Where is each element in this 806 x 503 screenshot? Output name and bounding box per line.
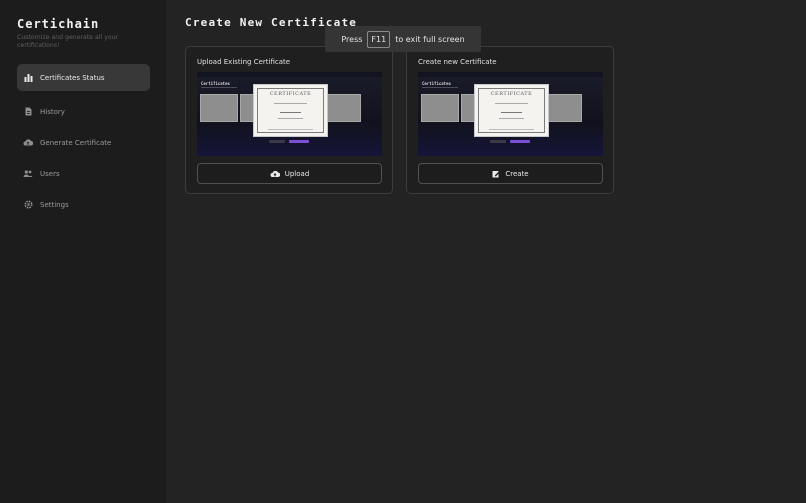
create-button-label: Create: [505, 169, 529, 178]
gear-icon: [23, 200, 33, 210]
upload-button-label: Upload: [284, 169, 310, 178]
create-card: Create new Certificate Certificates CERT…: [406, 46, 614, 194]
create-button[interactable]: Create: [418, 163, 603, 184]
certificate-title: CERTIFICATE: [490, 91, 533, 97]
sidebar-nav: Certificates Status History Generate Cer…: [17, 64, 150, 218]
sidebar-item-history[interactable]: History: [17, 98, 150, 125]
sidebar: Certichain Customize and generate all yo…: [0, 0, 166, 503]
certificate-card-image: CERTIFICATE: [474, 84, 549, 137]
upload-button[interactable]: Upload: [197, 163, 382, 184]
sidebar-item-label: Certificates Status: [40, 73, 105, 82]
preview-brand: Certificates: [422, 81, 451, 86]
sidebar-item-settings[interactable]: Settings: [17, 191, 150, 218]
bar-chart-icon: [23, 73, 33, 83]
sidebar-item-certificates-status[interactable]: Certificates Status: [17, 64, 150, 91]
toast-prefix: Press: [341, 34, 363, 44]
sidebar-item-generate-certificate[interactable]: Generate Certificate: [17, 129, 150, 156]
sidebar-item-label: Generate Certificate: [40, 138, 112, 147]
edit-icon: [492, 170, 501, 178]
sidebar-item-users[interactable]: Users: [17, 160, 150, 187]
cloud-upload-icon: [23, 138, 33, 148]
certificate-preview-image: Certificates CERTIFICATE: [418, 72, 603, 156]
app-brand: Certichain: [17, 17, 100, 31]
toast-key: F11: [367, 30, 391, 48]
cloud-upload-icon: [270, 170, 280, 178]
main-content: Create New Certificate Upload Existing C…: [166, 0, 806, 503]
toast-suffix: to exit full screen: [395, 34, 465, 44]
fullscreen-toast: Press F11 to exit full screen: [325, 26, 481, 52]
app-tagline: Customize and generate all your certific…: [17, 34, 119, 49]
sidebar-item-label: Users: [40, 169, 60, 178]
card-title: Upload Existing Certificate: [197, 58, 291, 66]
preview-brand: Certificates: [201, 81, 230, 86]
certificate-card-image: CERTIFICATE: [253, 84, 328, 137]
certificate-title: CERTIFICATE: [269, 91, 312, 97]
users-icon: [23, 169, 33, 179]
card-title: Create new Certificate: [418, 58, 497, 66]
sidebar-item-label: History: [40, 107, 65, 116]
certificate-preview-image: Certificates CERTIFICATE: [197, 72, 382, 156]
sidebar-item-label: Settings: [40, 200, 69, 209]
document-icon: [23, 107, 33, 117]
upload-card: Upload Existing Certificate Certificates…: [185, 46, 393, 194]
